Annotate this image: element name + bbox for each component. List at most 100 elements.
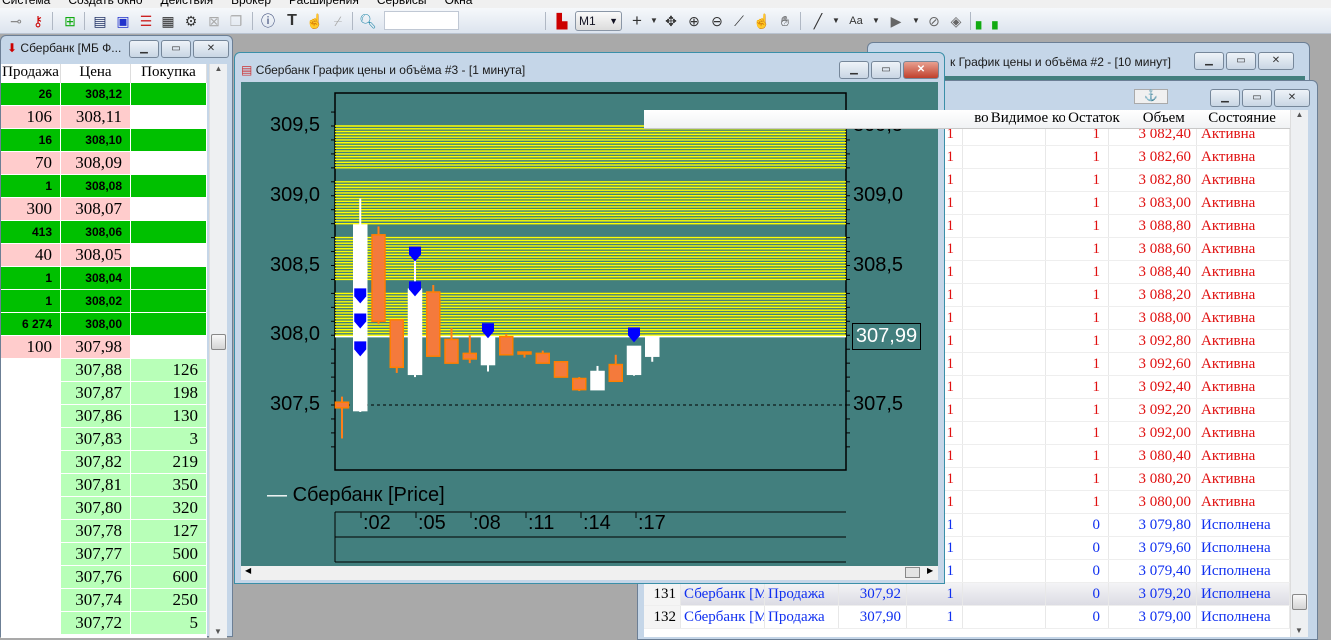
close-button[interactable]: ✕ [193,40,229,58]
anchor-button[interactable]: ⚓ [1134,89,1168,104]
text-tool-icon[interactable]: T [282,12,302,30]
ask-row[interactable]: 1 308,02 [1,290,207,313]
bid-row[interactable]: 307,72 5 [1,612,207,635]
add-window-icon[interactable]: ⊞ [60,12,80,30]
table-icon[interactable]: ▦ [158,12,178,30]
column-buy[interactable]: Покупка [131,64,207,83]
connect-icon[interactable]: ⊸ [6,12,26,30]
ask-row[interactable]: 1 308,08 [1,175,207,198]
quotes-icon[interactable]: ▣ [113,12,133,30]
maximize-button[interactable]: ▭ [871,61,901,79]
minimize-button[interactable]: ▁ [1210,89,1240,107]
ask-row[interactable]: 40 308,05 [1,244,207,267]
hide-icon[interactable]: ⊘ [924,12,944,30]
chevron-down-icon[interactable]: ▼ [866,12,886,30]
column-price[interactable]: Цена [61,64,131,83]
bid-row[interactable]: 307,83 3 [1,428,207,451]
chart-area[interactable]: 309,5309,5309,0309,0308,5308,5308,0308,0… [241,82,938,566]
maximize-button[interactable]: ▭ [161,40,191,58]
bid-row[interactable]: 307,77 500 [1,543,207,566]
column-visible-qty[interactable]: Видимое ко. [989,110,1065,128]
menu-item[interactable]: Окна [445,0,473,8]
close-button[interactable]: ✕ [1258,52,1294,70]
chevron-down-icon[interactable]: ▼ [906,12,926,30]
order-row[interactable]: 132Сбербанк [МБПродажа307,901 03 079,00Ис… [644,606,1290,629]
bid-row[interactable]: 307,86 130 [1,405,207,428]
ask-row[interactable]: 106 308,11 [1,106,207,129]
bid-row[interactable]: 307,74 250 [1,589,207,612]
ask-row[interactable]: 16 308,10 [1,129,207,152]
maximize-button[interactable]: ▭ [1226,52,1256,70]
chart-type-icon[interactable]: ▙ [552,12,572,30]
hand-point-icon[interactable]: ☝ [305,12,325,30]
zoom-out-icon[interactable]: ⊖ [707,12,727,30]
minimize-button[interactable]: ▁ [1194,52,1224,70]
orderbook-scrollbar[interactable]: ▲ ▼ [209,64,227,638]
indicator-icon[interactable]: ▖▗ [976,12,998,30]
menu-item[interactable]: Система [2,0,50,8]
disconnect-key-icon[interactable]: ⚷ [28,12,48,30]
order-row[interactable]: 131Сбербанк [МБПродажа307,921 03 079,20Ис… [644,583,1290,606]
orderbook-icon[interactable]: ☰ [136,12,156,30]
ask-row[interactable]: 70 308,09 [1,152,207,175]
marker-icon[interactable]: ▶ [886,12,906,30]
minimize-button[interactable]: ▁ [129,40,159,58]
minimize-button[interactable]: ▁ [839,61,869,79]
column-remaining[interactable]: Остаток [1065,110,1123,128]
chart-hscrollbar[interactable]: ◀ ▶ [241,566,938,580]
scroll-down-icon[interactable]: ▼ [210,627,226,636]
alert-icon[interactable]: ⓘ [258,12,278,30]
ask-row[interactable]: 100 307,98 [1,336,207,359]
bid-row[interactable]: 307,81 350 [1,474,207,497]
ruler-icon[interactable]: ⟋ [729,12,749,30]
font-icon[interactable]: Aa [846,12,866,30]
scroll-thumb[interactable] [905,567,920,578]
scroll-thumb[interactable] [1292,594,1307,610]
scroll-left-icon[interactable]: ◀ [245,566,251,575]
bid-row[interactable]: 307,88 126 [1,359,207,382]
orders-scrollbar[interactable]: ▲ ▼ [1290,110,1308,637]
timeframe-dropdown[interactable]: M1 ▼ [575,11,622,31]
search-input[interactable] [384,11,459,30]
hand-point-icon[interactable]: ☝ [752,12,772,30]
settings-table-icon[interactable]: ⚙ [181,12,201,30]
move-icon[interactable]: ✥ [661,12,681,30]
column-qty[interactable]: во [937,110,988,128]
scroll-right-icon[interactable]: ▶ [927,566,933,575]
close-button[interactable]: ✕ [1274,89,1310,107]
bid-row[interactable]: 307,82 219 [1,451,207,474]
scroll-down-icon[interactable]: ▼ [1291,626,1307,635]
menu-item[interactable]: Брокер [231,0,271,8]
copy-icon[interactable]: ❐ [226,12,246,30]
line-tool-icon[interactable]: ╱ [808,12,828,30]
hand-icon[interactable]: ✋︎ [775,12,795,30]
ask-row[interactable]: 26 308,12 [1,83,207,106]
chart-icon[interactable]: ▤ [90,12,110,30]
bid-row[interactable]: 307,80 320 [1,497,207,520]
maximize-button[interactable]: ▭ [1242,89,1272,107]
column-state[interactable]: Состояние [1204,110,1290,128]
close-button[interactable]: ✕ [903,61,939,79]
ask-row[interactable]: 1 308,04 [1,267,207,290]
bid-row[interactable]: 307,76 600 [1,566,207,589]
bid-row[interactable]: 307,87 198 [1,382,207,405]
menu-item[interactable]: Расширения [289,0,359,8]
scroll-thumb[interactable] [211,334,226,350]
search-icon[interactable]: 🔍︎ [358,12,378,30]
chevron-down-icon[interactable]: ▼ [826,12,846,30]
scroll-up-icon[interactable]: ▲ [1291,110,1308,119]
bid-row[interactable]: 307,78 127 [1,520,207,543]
cancel-order-icon[interactable]: ⊠ [204,12,224,30]
zoom-in-icon[interactable]: ⊕ [684,12,704,30]
ask-row[interactable]: 300 308,07 [1,198,207,221]
menu-item[interactable]: Создать окно [68,0,142,8]
menu-item[interactable]: Действия [161,0,214,8]
ask-row[interactable]: 413 308,06 [1,221,207,244]
menu-item[interactable]: Сервисы [377,0,427,8]
column-sell[interactable]: Продажа [1,64,61,83]
scroll-up-icon[interactable]: ▲ [210,64,227,73]
ask-row[interactable]: 6 274 308,00 [1,313,207,336]
eraser-icon[interactable]: ◈ [946,12,966,30]
column-volume[interactable]: Объем [1123,110,1204,128]
cursor-icon[interactable]: ⌿ [328,12,348,30]
